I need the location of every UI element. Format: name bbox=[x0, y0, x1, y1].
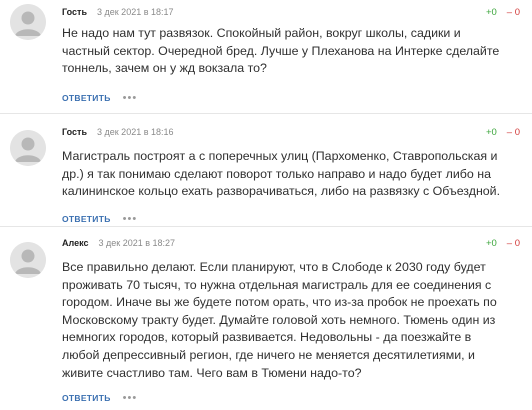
comment-actions: ОТВЕТИТЬ ••• bbox=[62, 92, 137, 104]
comment-votes: +0 – 0 bbox=[486, 5, 520, 19]
comment-votes: +0 – 0 bbox=[486, 125, 520, 139]
comment-text: Все правильно делают. Если планируют, чт… bbox=[62, 260, 497, 380]
upvote-button[interactable]: +0 bbox=[486, 238, 497, 249]
comment-date: 3 дек 2021 в 18:27 bbox=[98, 238, 176, 248]
downvote-button[interactable]: – 0 bbox=[507, 127, 520, 138]
user-avatar-icon[interactable] bbox=[10, 242, 46, 278]
divider bbox=[0, 226, 532, 227]
downvote-button[interactable]: – 0 bbox=[507, 7, 520, 18]
reply-button[interactable]: ОТВЕТИТЬ bbox=[62, 214, 111, 224]
comment-author[interactable]: Гость bbox=[62, 127, 87, 137]
comment-text: Не надо нам тут развязок. Спокойный райо… bbox=[62, 26, 500, 76]
more-options-icon[interactable]: ••• bbox=[123, 393, 138, 404]
user-avatar-icon[interactable] bbox=[10, 130, 46, 166]
comment-date: 3 дек 2021 в 18:16 bbox=[96, 127, 174, 137]
comment: Гость 3 дек 2021 в 18:16 +0 – 0 Магистра… bbox=[0, 122, 532, 225]
downvote-button[interactable]: – 0 bbox=[507, 238, 520, 249]
divider bbox=[0, 113, 532, 114]
more-options-icon[interactable]: ••• bbox=[123, 93, 138, 104]
reply-button[interactable]: ОТВЕТИТЬ bbox=[62, 393, 111, 403]
upvote-button[interactable]: +0 bbox=[486, 127, 497, 138]
comment-actions: ОТВЕТИТЬ ••• bbox=[62, 213, 137, 225]
comment-author[interactable]: Алекс bbox=[62, 238, 89, 248]
comment-meta: Алекс 3 дек 2021 в 18:27 bbox=[62, 236, 175, 250]
user-avatar-icon[interactable] bbox=[10, 4, 46, 40]
comment: Гость 3 дек 2021 в 18:17 +0 – 0 Не надо … bbox=[0, 0, 532, 112]
comment-actions: ОТВЕТИТЬ ••• bbox=[62, 392, 137, 404]
comment-author[interactable]: Гость bbox=[62, 7, 87, 17]
reply-button[interactable]: ОТВЕТИТЬ bbox=[62, 93, 111, 103]
comment-date: 3 дек 2021 в 18:17 bbox=[96, 7, 174, 17]
more-options-icon[interactable]: ••• bbox=[123, 214, 138, 225]
comment-votes: +0 – 0 bbox=[486, 236, 520, 250]
comment-text: Магистраль построят а с поперечных улиц … bbox=[62, 149, 501, 199]
comment-meta: Гость 3 дек 2021 в 18:17 bbox=[62, 5, 174, 19]
upvote-button[interactable]: +0 bbox=[486, 7, 497, 18]
comment-meta: Гость 3 дек 2021 в 18:16 bbox=[62, 125, 174, 139]
comment: Алекс 3 дек 2021 в 18:27 +0 – 0 Все прав… bbox=[0, 234, 532, 410]
